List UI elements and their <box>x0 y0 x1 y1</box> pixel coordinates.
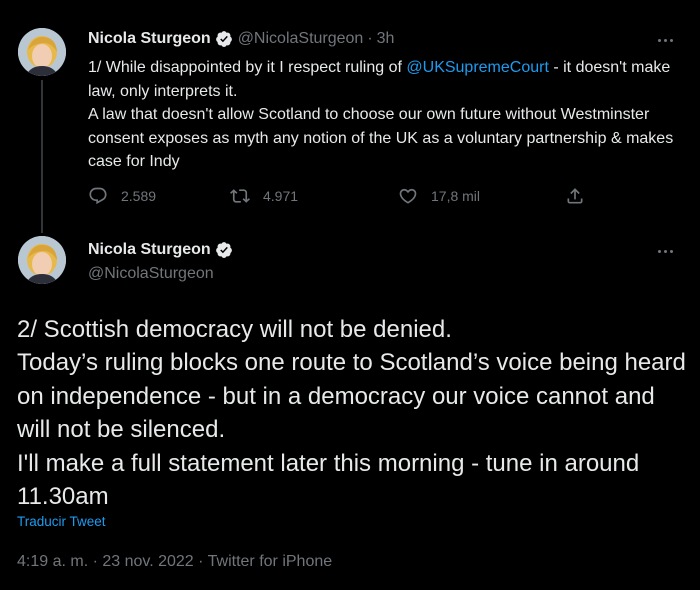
thread-connector-line <box>41 80 43 233</box>
tweet-text-paragraph: A law that doesn't allow Scotland to cho… <box>88 106 674 170</box>
verified-badge-icon <box>215 242 232 258</box>
author-handle[interactable]: @NicolaSturgeon <box>238 30 364 48</box>
tweet1-action-bar: 2.589 4.971 17,8 mil <box>88 186 588 210</box>
tweet1-header: Nicola Sturgeon @NicolaSturgeon · 3h <box>88 30 394 48</box>
tweet-text-paragraph: 2/ Scottish democracy will not be denied… <box>17 316 452 343</box>
retweet-icon <box>230 189 250 203</box>
mention-link[interactable]: @UKSupremeCourt <box>406 59 549 76</box>
reply-count: 2.589 <box>121 188 157 204</box>
like-count: 17,8 mil <box>431 188 481 204</box>
tweet-time[interactable]: 3h <box>377 30 395 48</box>
tweet1-text: 1/ While disappointed by it I respect ru… <box>88 56 688 174</box>
tweet-timestamp[interactable]: 4:19 a. m. · 23 nov. 2022 · Twitter for … <box>17 553 332 571</box>
translate-tweet-link[interactable]: Traducir Tweet <box>17 514 106 529</box>
verified-badge-icon <box>215 31 232 47</box>
more-icon <box>657 249 661 253</box>
reply-icon <box>89 187 107 205</box>
tweet-text-paragraph: I'll make a full statement later this mo… <box>17 449 640 511</box>
share-icon <box>567 188 583 204</box>
avatar-photo-icon <box>18 28 66 76</box>
tweet-text-segment: 1/ While disappointed by it I respect ru… <box>88 59 407 76</box>
like-button[interactable]: 17,8 mil <box>398 186 480 206</box>
avatar[interactable] <box>18 28 66 76</box>
tweet-text-paragraph: Today’s ruling blocks one route to Scotl… <box>17 349 686 444</box>
retweet-button[interactable]: 4.971 <box>230 186 298 206</box>
avatar-photo-icon <box>18 236 66 284</box>
more-icon <box>657 38 661 42</box>
reply-button[interactable]: 2.589 <box>88 186 156 206</box>
more-options-button[interactable] <box>653 36 677 44</box>
avatar[interactable] <box>18 236 66 284</box>
tweet2-header: Nicola Sturgeon <box>88 241 233 259</box>
more-options-button[interactable] <box>653 247 677 255</box>
like-icon <box>399 188 417 204</box>
tweet2-text: 2/ Scottish democracy will not be denied… <box>17 313 687 513</box>
separator-dot: · <box>367 30 373 47</box>
retweet-count: 4.971 <box>263 188 299 204</box>
author-handle[interactable]: @NicolaSturgeon <box>88 265 214 283</box>
author-name[interactable]: Nicola Sturgeon <box>88 30 211 48</box>
share-button[interactable] <box>565 186 585 206</box>
author-name[interactable]: Nicola Sturgeon <box>88 241 211 259</box>
